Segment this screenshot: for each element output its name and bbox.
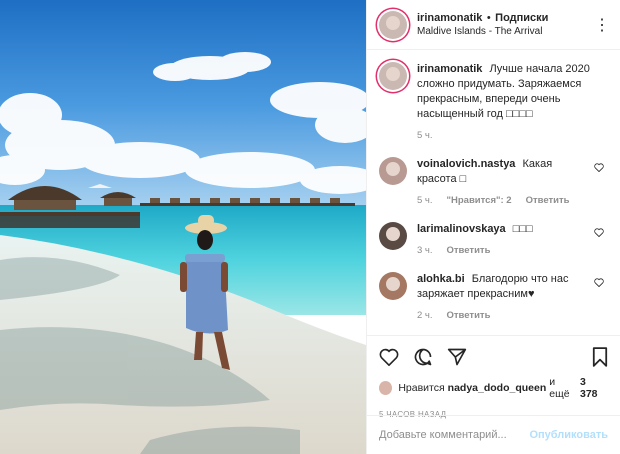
author-username[interactable]: irinamonatik: [417, 12, 482, 24]
following-button[interactable]: Подписки: [495, 12, 548, 24]
comment-like-heart-icon[interactable]: [594, 228, 608, 258]
comment-time: 2 ч.: [417, 310, 433, 321]
likes-suffix: и ещё: [549, 376, 570, 400]
likes-count[interactable]: 3 378: [580, 376, 605, 400]
comment-like-heart-icon[interactable]: [594, 278, 608, 323]
post-caption: irinamonatik Лучше начала 2020 сложно пр…: [379, 62, 608, 143]
comment-icon[interactable]: [413, 347, 433, 367]
comment-input[interactable]: Добавьте комментарий...: [379, 429, 507, 441]
post-photo[interactable]: [0, 0, 366, 454]
caption-avatar[interactable]: [379, 62, 407, 90]
author-avatar[interactable]: [379, 10, 407, 39]
comment-username[interactable]: alohka.bi: [417, 273, 465, 285]
comment-item: larimalinovskaya □□□ 3 ч. Ответить: [379, 222, 608, 258]
post-modal: irinamonatik • Подписки Maldive Islands …: [0, 0, 620, 454]
comment-avatar[interactable]: [379, 272, 407, 300]
liker-username[interactable]: nadya_dodo_queen: [448, 382, 547, 394]
post-header: irinamonatik • Подписки Maldive Islands …: [367, 0, 620, 50]
reply-button[interactable]: Ответить: [526, 193, 570, 208]
publish-button[interactable]: Опубликовать: [529, 429, 608, 441]
likes-summary: Нравится nadya_dodo_queen и ещё 3 378: [379, 376, 608, 400]
caption-time: 5 ч.: [417, 130, 433, 141]
comment-username[interactable]: larimalinovskaya: [417, 223, 506, 235]
liker-avatar[interactable]: [379, 381, 393, 395]
comment-time: 5 ч.: [417, 195, 433, 206]
reply-button[interactable]: Ответить: [447, 243, 491, 258]
beach-photo-image: [0, 0, 366, 454]
comment-like-heart-icon[interactable]: [594, 163, 608, 208]
add-comment-bar: Добавьте комментарий... Опубликовать: [367, 415, 620, 454]
comment-likes-count[interactable]: "Нравится": 2: [447, 193, 512, 208]
reply-button[interactable]: Ответить: [447, 308, 491, 323]
comment-username[interactable]: voinalovich.nastya: [417, 158, 515, 170]
post-sidebar: irinamonatik • Подписки Maldive Islands …: [366, 0, 620, 454]
location-link[interactable]: Maldive Islands - The Arrival: [417, 25, 548, 39]
caption-username[interactable]: irinamonatik: [417, 63, 482, 75]
comment-text: □□□: [512, 223, 533, 235]
header-separator: •: [486, 12, 491, 24]
comment-item: alohka.bi Благодорю что нас заряжает пре…: [379, 272, 608, 323]
comment-avatar[interactable]: [379, 222, 407, 250]
share-icon[interactable]: [447, 347, 467, 367]
heart-icon[interactable]: [379, 348, 399, 366]
post-header-meta: irinamonatik • Подписки Maldive Islands …: [417, 10, 548, 39]
comment-avatar[interactable]: [379, 157, 407, 185]
more-options-icon[interactable]: ⋮: [594, 15, 610, 35]
comment-time: 3 ч.: [417, 245, 433, 256]
bookmark-icon[interactable]: [592, 347, 608, 367]
comment-item: voinalovich.nastya Какая красота □ 5 ч. …: [379, 157, 608, 208]
likes-prefix: Нравится: [398, 382, 445, 394]
post-actions: Нравится nadya_dodo_queen и ещё 3 378 5 …: [367, 335, 620, 419]
comments-thread[interactable]: irinamonatik Лучше начала 2020 сложно пр…: [367, 50, 620, 335]
